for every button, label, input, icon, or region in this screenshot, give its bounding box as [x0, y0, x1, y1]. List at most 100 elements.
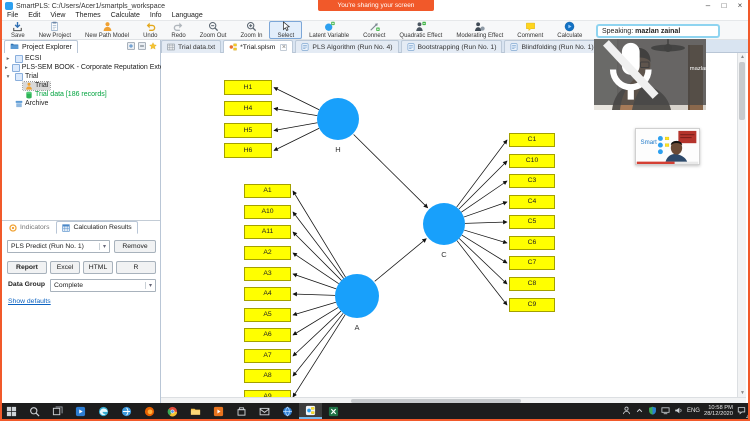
toolbar-quadratic-effect-button[interactable]: Quadratic Effect [392, 21, 449, 39]
indicator-box-c5[interactable]: C5 [509, 215, 555, 229]
indicator-box-a5[interactable]: A5 [244, 308, 291, 322]
html-button[interactable]: HTML [83, 261, 113, 274]
r-button[interactable]: R [116, 261, 156, 274]
taskbar-chrome-button[interactable] [161, 403, 184, 419]
tree-item-archive[interactable]: Archive [2, 99, 160, 108]
taskbar-excel-button[interactable] [322, 403, 345, 419]
indicator-box-c4[interactable]: C4 [509, 195, 555, 209]
show-defaults-link[interactable]: Show defaults [8, 298, 51, 305]
tree-item-trial[interactable]: Trial [2, 81, 160, 90]
taskbar-movies-tv-button[interactable] [69, 403, 92, 419]
taskbar-file-explorer-button[interactable] [184, 403, 207, 419]
indicator-box-a8[interactable]: A8 [244, 369, 291, 383]
taskbar-search-button[interactable] [23, 403, 46, 419]
editor-tab-bootstrapping-run-no-1[interactable]: Bootstrapping (Run No. 1) [401, 40, 503, 53]
hidden-icons-chevron-icon[interactable] [635, 402, 644, 420]
scroll-down-arrow[interactable]: ▼ [738, 389, 747, 397]
taskbar-internet-explorer-button[interactable] [115, 403, 138, 419]
action-center-icon[interactable]: 4 [737, 402, 746, 420]
close-button[interactable]: × [732, 0, 748, 12]
toolbar-save-button[interactable]: Save [4, 21, 32, 39]
indicator-box-c1[interactable]: C1 [509, 133, 555, 147]
toolbar-select-button[interactable]: Select [269, 21, 302, 39]
taskbar-start-button[interactable] [0, 403, 23, 419]
toolbar-new-project-button[interactable]: New Project [32, 21, 78, 39]
language-indicator[interactable]: ENG [687, 408, 700, 414]
menu-view[interactable]: View [45, 12, 70, 20]
excel-button[interactable]: Excel [50, 261, 80, 274]
indicator-box-c6[interactable]: C6 [509, 236, 555, 250]
menu-info[interactable]: Info [145, 12, 167, 20]
favorite-icon[interactable] [149, 42, 157, 50]
taskbar-media-player-button[interactable] [207, 403, 230, 419]
editor-tab-trial-data-txt[interactable]: Trial data.txt [161, 40, 221, 53]
indicator-box-a4[interactable]: A4 [244, 287, 291, 301]
defender-icon[interactable] [648, 402, 657, 420]
menu-language[interactable]: Language [167, 12, 208, 20]
tree-item-trial-data-186-records[interactable]: Trial data [186 records] [2, 90, 160, 99]
taskbar-mail-button[interactable] [253, 403, 276, 419]
indicator-box-a2[interactable]: A2 [244, 246, 291, 260]
editor-tab-blindfolding-run-no-1[interactable]: Blindfolding (Run No. 1) [504, 40, 599, 53]
menu-themes[interactable]: Themes [70, 12, 105, 20]
editor-tab-pls-algorithm-run-no-4[interactable]: PLS Algorithm (Run No. 4) [295, 40, 398, 53]
tree-item-ecsi[interactable]: ▸ECSI [2, 54, 160, 63]
collapse-icon[interactable] [138, 42, 146, 50]
taskbar-firefox-button[interactable] [138, 403, 161, 419]
indicator-box-h5[interactable]: H5 [224, 123, 272, 138]
indicator-box-a1[interactable]: A1 [244, 184, 291, 198]
toolbar-latent-variable-button[interactable]: Latent Variable [302, 21, 356, 39]
toolbar-undo-button[interactable]: Undo [136, 21, 164, 39]
tree-item-pls-sem-book-corporate-reputation-extended[interactable]: ▸PLS-SEM BOOK - Corporate Reputation Ext… [2, 63, 160, 72]
taskbar-store-button[interactable] [230, 403, 253, 419]
volume-icon[interactable] [674, 402, 683, 420]
indicator-box-a7[interactable]: A7 [244, 349, 291, 363]
indicator-box-a9[interactable]: A9 [244, 390, 291, 397]
taskbar-smartpls-button[interactable] [299, 403, 322, 419]
data-group-select[interactable]: Complete ▾ [50, 279, 156, 292]
close-tab-icon[interactable]: × [280, 44, 287, 51]
menu-edit[interactable]: Edit [23, 12, 45, 20]
network-icon[interactable] [661, 402, 670, 420]
toolbar-zoom-in-button[interactable]: Zoom In [233, 21, 269, 39]
collapsed-arrow-icon[interactable]: ▸ [5, 56, 11, 62]
construct-node-a[interactable] [335, 274, 379, 318]
scroll-up-arrow[interactable]: ▲ [738, 53, 747, 61]
report-button[interactable]: Report [7, 261, 47, 274]
tree-item-trial[interactable]: ▾Trial [2, 72, 160, 81]
indicator-box-h4[interactable]: H4 [224, 101, 272, 116]
results-tab-indicators[interactable]: Indicators [4, 221, 54, 234]
toolbar-connect-button[interactable]: Connect [356, 21, 392, 39]
scroll-thumb[interactable] [739, 62, 745, 120]
people-icon[interactable] [622, 402, 631, 420]
clock[interactable]: 10:58 PM 28/12/2020 [704, 405, 733, 418]
taskbar-browser-button[interactable] [276, 403, 299, 419]
indicator-box-a11[interactable]: A11 [244, 225, 291, 239]
indicator-box-h1[interactable]: H1 [224, 80, 272, 95]
tab-corner-icon[interactable] [734, 42, 744, 52]
vertical-scrollbar[interactable]: ▲ ▼ [737, 53, 746, 397]
run-select[interactable]: PLS Predict (Run No. 1) ▾ [7, 240, 110, 253]
toolbar-redo-button[interactable]: Redo [164, 21, 192, 39]
indicator-box-c10[interactable]: C10 [509, 154, 555, 168]
taskbar-edge-button[interactable] [92, 403, 115, 419]
project-explorer-tab[interactable]: Project Explorer [4, 40, 78, 53]
indicator-box-c3[interactable]: C3 [509, 174, 555, 188]
toolbar-zoom-out-button[interactable]: Zoom Out [193, 21, 234, 39]
taskbar-task-view-button[interactable] [46, 403, 69, 419]
add-icon[interactable] [127, 42, 135, 50]
indicator-box-a10[interactable]: A10 [244, 205, 291, 219]
indicator-box-c7[interactable]: C7 [509, 256, 555, 270]
indicator-box-a3[interactable]: A3 [244, 267, 291, 281]
collapsed-arrow-icon[interactable]: ▸ [5, 65, 8, 71]
editor-tab-trial-splsm[interactable]: *Trial.splsm× [223, 40, 293, 53]
toolbar-comment-button[interactable]: Comment [510, 21, 550, 39]
minimize-button[interactable]: – [700, 0, 716, 12]
toolbar-calculate-button[interactable]: Calculate [550, 21, 589, 39]
menu-calculate[interactable]: Calculate [106, 12, 145, 20]
pip-video-thumbnail[interactable]: Smart [635, 128, 700, 165]
indicator-box-c9[interactable]: C9 [509, 298, 555, 312]
remove-button[interactable]: Remove [114, 240, 156, 253]
toolbar-moderating-effect-button[interactable]: Moderating Effect [449, 21, 510, 39]
construct-node-h[interactable] [317, 98, 359, 140]
